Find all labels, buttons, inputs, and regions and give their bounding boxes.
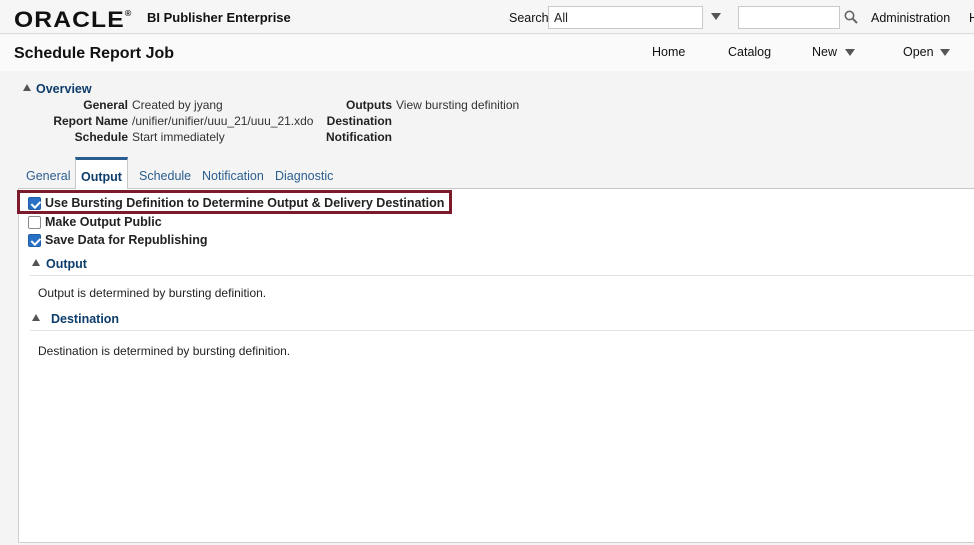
general-label: General [83, 98, 128, 112]
output-description: Output is determined by bursting definit… [38, 286, 267, 300]
make-output-public-label[interactable]: Make Output Public [45, 215, 162, 229]
collapse-triangle-icon[interactable] [32, 259, 40, 266]
title-bar: Schedule Report Job Home Catalog New Ope… [0, 35, 974, 71]
collapse-triangle-icon[interactable] [23, 84, 31, 91]
make-output-public-checkbox[interactable] [28, 216, 41, 229]
output-section-heading[interactable]: Output [46, 257, 87, 271]
destination-label: Destination [326, 114, 392, 128]
chevron-down-icon[interactable] [940, 49, 950, 56]
search-input[interactable] [738, 6, 840, 29]
report-name-label: Report Name [53, 114, 128, 128]
chevron-down-icon[interactable] [711, 13, 721, 20]
use-bursting-checkbox[interactable] [28, 197, 41, 210]
section-divider [30, 330, 974, 331]
destination-description: Destination is determined by bursting de… [38, 344, 291, 358]
tab-schedule[interactable]: Schedule [139, 169, 191, 183]
oracle-logo: ORACLE® [14, 7, 133, 32]
search-label: Search [509, 11, 549, 25]
general-value: Created by jyang [132, 98, 223, 112]
outputs-value: View bursting definition [396, 98, 520, 112]
schedule-label: Schedule [74, 130, 128, 144]
destination-section-heading[interactable]: Destination [51, 312, 119, 326]
top-header: ORACLE® BI Publisher Enterprise Search A… [0, 0, 974, 34]
administration-link[interactable]: Administration [871, 11, 950, 25]
home-link[interactable]: Home [652, 45, 685, 59]
tab-output-label: Output [81, 170, 122, 184]
search-icon[interactable] [844, 10, 858, 24]
section-divider [30, 275, 974, 276]
page-title: Schedule Report Job [14, 45, 175, 62]
collapse-triangle-icon[interactable] [32, 314, 40, 321]
overview-heading[interactable]: Overview [36, 82, 92, 96]
save-data-republishing-label[interactable]: Save Data for Republishing [45, 233, 208, 247]
save-data-republishing-checkbox[interactable] [28, 234, 41, 247]
tab-output[interactable]: Output [75, 157, 128, 189]
help-link[interactable]: H [969, 11, 974, 25]
tab-general[interactable]: General [26, 169, 70, 183]
new-menu[interactable]: New [812, 45, 837, 59]
catalog-link[interactable]: Catalog [728, 45, 771, 59]
report-name-value: /unifier/unifier/uuu_21/uuu_21.xdo [132, 114, 314, 128]
product-name: BI Publisher Enterprise [147, 10, 291, 25]
search-scope-select[interactable]: All [548, 6, 703, 29]
outputs-label: Outputs [346, 98, 392, 112]
tab-notification[interactable]: Notification [202, 169, 264, 183]
use-bursting-label[interactable]: Use Bursting Definition to Determine Out… [45, 196, 444, 210]
open-menu[interactable]: Open [903, 45, 934, 59]
schedule-value: Start immediately [132, 130, 225, 144]
tab-diagnostic[interactable]: Diagnostic [275, 169, 333, 183]
notification-label: Notification [326, 130, 392, 144]
chevron-down-icon[interactable] [845, 49, 855, 56]
